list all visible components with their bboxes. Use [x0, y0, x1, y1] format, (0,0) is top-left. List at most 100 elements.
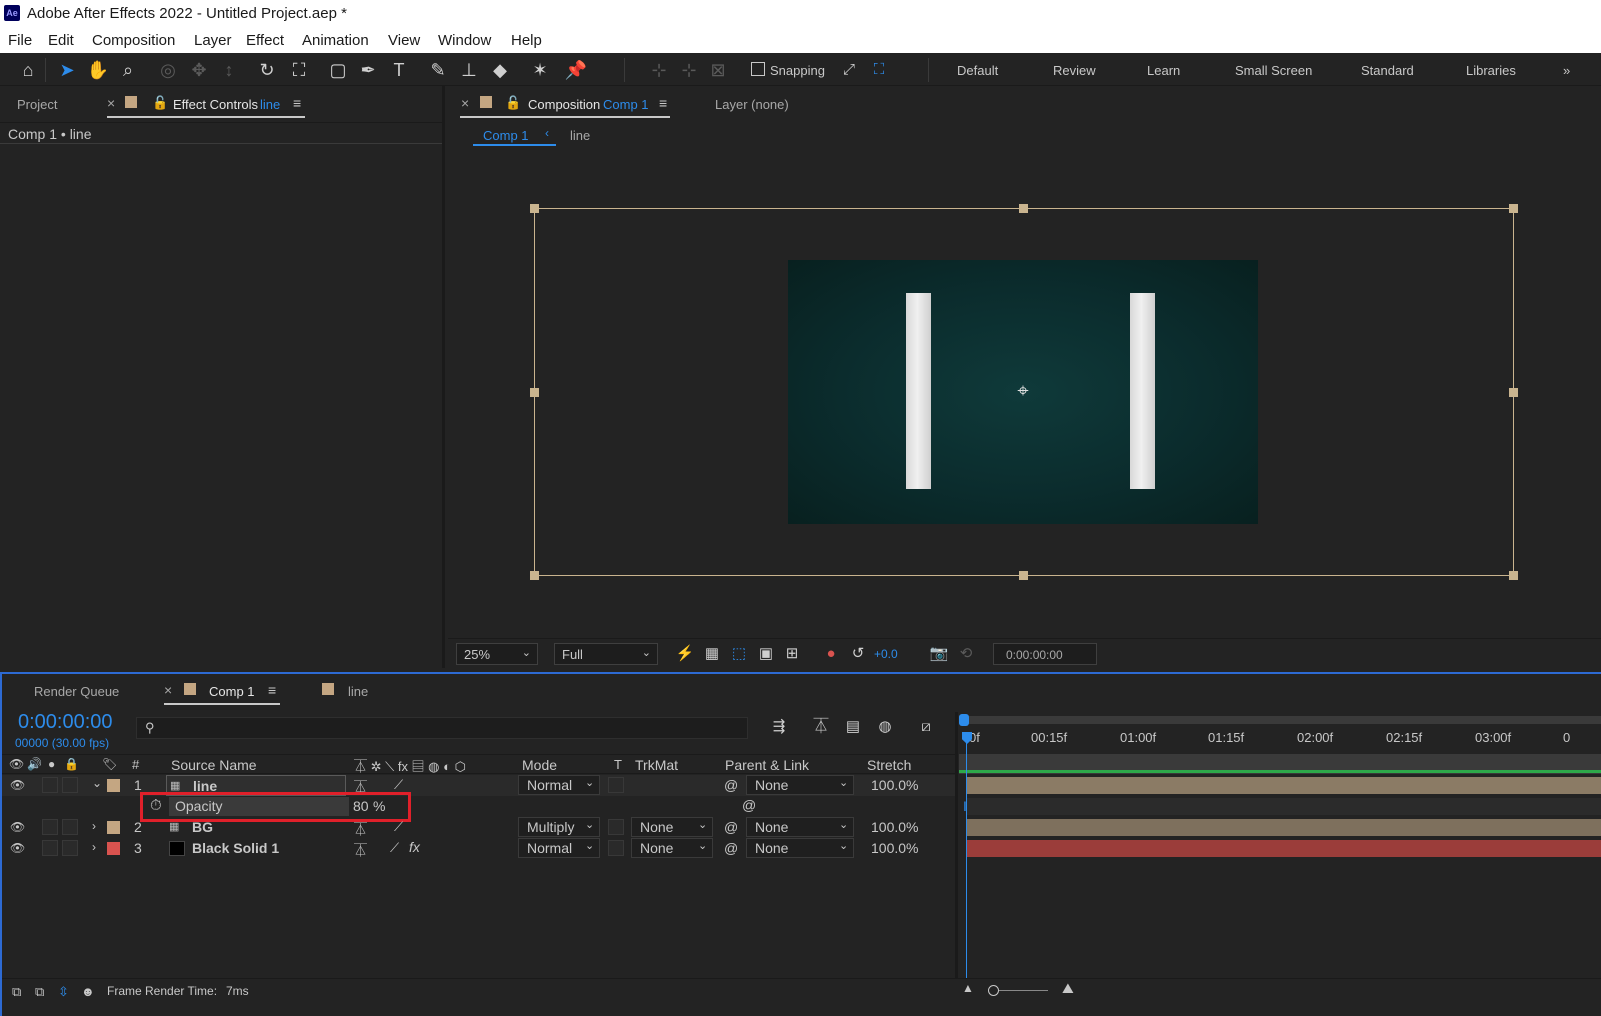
stretch-value[interactable]: 100.0%: [871, 840, 918, 856]
orbit-camera-icon[interactable]: ◎: [155, 57, 181, 83]
tab-composition-name[interactable]: Comp 1: [603, 97, 649, 112]
lock-toggle[interactable]: [62, 777, 78, 793]
dolly-camera-icon[interactable]: ↕: [216, 57, 242, 83]
solo-toggle[interactable]: [42, 840, 58, 856]
lock-toggle[interactable]: [62, 819, 78, 835]
solo-icon[interactable]: ●: [48, 757, 55, 771]
type-tool-icon[interactable]: T: [386, 57, 412, 83]
pen-tool-icon[interactable]: ✒: [355, 57, 381, 83]
brush-tool-icon[interactable]: ✎: [425, 57, 451, 83]
composition-viewer[interactable]: ⌖: [448, 150, 1601, 638]
tab-comp-1[interactable]: Comp 1: [209, 684, 255, 699]
local-axis-icon[interactable]: ⊹: [646, 57, 672, 83]
current-time-display[interactable]: 0:00:00:00: [18, 711, 113, 734]
pickwhip-icon[interactable]: @: [724, 819, 738, 835]
panel-menu-icon[interactable]: ≡: [659, 95, 667, 111]
fx-icon[interactable]: fx: [409, 839, 420, 855]
quality-switch-icon[interactable]: ⟋: [394, 777, 403, 793]
parent-dropdown[interactable]: None ⌄: [746, 838, 854, 858]
workspace-overflow-icon[interactable]: »: [1563, 63, 1570, 78]
puppet-pin-icon[interactable]: 📌: [563, 57, 589, 83]
transparency-grid-icon[interactable]: ▦: [699, 641, 725, 667]
pan-camera-icon[interactable]: ✥: [186, 57, 212, 83]
quality-switch-icon[interactable]: ⟋: [394, 819, 403, 835]
menu-window[interactable]: Window: [438, 32, 491, 49]
stretch-value[interactable]: 100.0%: [871, 777, 918, 793]
in-out-icon[interactable]: ⇳: [58, 984, 69, 1000]
column-parent[interactable]: Parent & Link: [725, 757, 809, 773]
trkmat-dropdown[interactable]: None ⌄: [631, 838, 713, 858]
audio-icon[interactable]: 🔊: [27, 757, 42, 771]
shy-switch-icon[interactable]: ⏄: [354, 840, 367, 859]
mode-dropdown[interactable]: Normal ⌄: [518, 775, 600, 795]
tab-project[interactable]: Project: [17, 97, 57, 112]
pan-behind-tool-icon[interactable]: ⛶: [286, 57, 312, 83]
snap-target-icon[interactable]: ⛶: [866, 57, 892, 83]
shy-switch-icon[interactable]: ⏄: [354, 819, 367, 838]
lock-toggle[interactable]: [62, 840, 78, 856]
stretch-value[interactable]: 100.0%: [871, 819, 918, 835]
workspace-small-screen[interactable]: Small Screen: [1235, 63, 1312, 78]
grid-guides-icon[interactable]: ⊞: [779, 641, 805, 667]
workspace-libraries[interactable]: Libraries: [1466, 63, 1516, 78]
tab-effect-controls[interactable]: Effect Controls: [173, 97, 258, 112]
layer-bar-1[interactable]: [967, 777, 1601, 794]
anchor-point-icon[interactable]: ⌖: [1012, 380, 1034, 402]
transform-handle[interactable]: [1019, 571, 1028, 580]
layer-label-color[interactable]: [107, 842, 120, 855]
reset-exposure-icon[interactable]: ↺: [845, 641, 871, 667]
draft-3d-icon[interactable]: ⏄: [808, 714, 834, 740]
transform-handle[interactable]: [530, 204, 539, 213]
graph-editor-icon[interactable]: ⧄: [913, 714, 939, 740]
viewer-timecode[interactable]: 0:00:00:00: [993, 643, 1097, 665]
eye-icon[interactable]: 👁: [10, 778, 25, 792]
quality-switch-icon[interactable]: ⟋: [390, 840, 399, 856]
close-icon[interactable]: ×: [461, 95, 469, 111]
tab-layer[interactable]: Layer (none): [715, 97, 789, 112]
layer-name[interactable]: Black Solid 1: [192, 840, 279, 856]
tab-composition[interactable]: Composition: [528, 97, 600, 112]
work-area-bar[interactable]: [959, 714, 1601, 726]
trkmat-dropdown[interactable]: None ⌄: [631, 817, 713, 837]
close-icon[interactable]: ×: [107, 95, 115, 111]
zoom-tool-icon[interactable]: ⌕: [115, 57, 141, 83]
layer-label-color[interactable]: [107, 779, 120, 792]
layer-row-3[interactable]: 👁 › 3 Black Solid 1 ⏄ ⟋ fx Normal ⌄ None…: [2, 838, 957, 859]
menu-file[interactable]: File: [8, 32, 32, 49]
lock-icon[interactable]: 🔓: [505, 95, 521, 111]
panel-menu-icon[interactable]: ≡: [293, 95, 301, 111]
clone-stamp-icon[interactable]: ⊥: [456, 57, 482, 83]
eye-icon[interactable]: 👁: [9, 757, 24, 771]
transform-handle[interactable]: [1509, 571, 1518, 580]
snapping-checkbox[interactable]: [751, 62, 765, 76]
chevron-down-icon[interactable]: ⌄: [92, 776, 102, 790]
eye-icon[interactable]: 👁: [10, 841, 25, 855]
transform-handle[interactable]: [1019, 204, 1028, 213]
lock-icon[interactable]: 🔓: [152, 95, 168, 111]
layer-bar-2[interactable]: [967, 819, 1601, 836]
channel-icon[interactable]: ●: [818, 641, 844, 667]
label-tag-icon[interactable]: 🏷: [102, 757, 117, 771]
view-axis-icon[interactable]: ⊠: [705, 57, 731, 83]
hand-tool-icon[interactable]: ✋: [85, 57, 111, 83]
rectangle-tool-icon[interactable]: ▢: [325, 57, 351, 83]
world-axis-icon[interactable]: ⊹: [676, 57, 702, 83]
menu-composition[interactable]: Composition: [92, 32, 175, 49]
mask-visibility-icon[interactable]: ▣: [753, 641, 779, 667]
transform-handle[interactable]: [1509, 204, 1518, 213]
mode-dropdown[interactable]: Normal ⌄: [518, 838, 600, 858]
preserve-transparency-toggle[interactable]: [608, 840, 624, 856]
region-of-interest-icon[interactable]: ⬚: [726, 641, 752, 667]
selection-tool-icon[interactable]: ➤: [54, 57, 80, 83]
snapshot-icon[interactable]: 📷: [926, 641, 952, 667]
menu-animation[interactable]: Animation: [302, 32, 369, 49]
time-ruler[interactable]: 0f 00:15f 01:00f 01:15f 02:00f 02:15f 03…: [959, 728, 1601, 752]
fast-previews-icon[interactable]: ⚡: [672, 641, 698, 667]
zoom-out-icon[interactable]: ▲: [962, 981, 974, 995]
preserve-transparency-toggle[interactable]: [608, 777, 624, 793]
breadcrumb-comp-tab[interactable]: Comp 1 ‹: [473, 124, 556, 146]
chevron-right-icon[interactable]: ›: [92, 819, 96, 833]
playhead-line[interactable]: [966, 742, 967, 978]
layer-search-input[interactable]: ⚲: [136, 717, 748, 739]
mode-dropdown[interactable]: Multiply ⌄: [518, 817, 600, 837]
